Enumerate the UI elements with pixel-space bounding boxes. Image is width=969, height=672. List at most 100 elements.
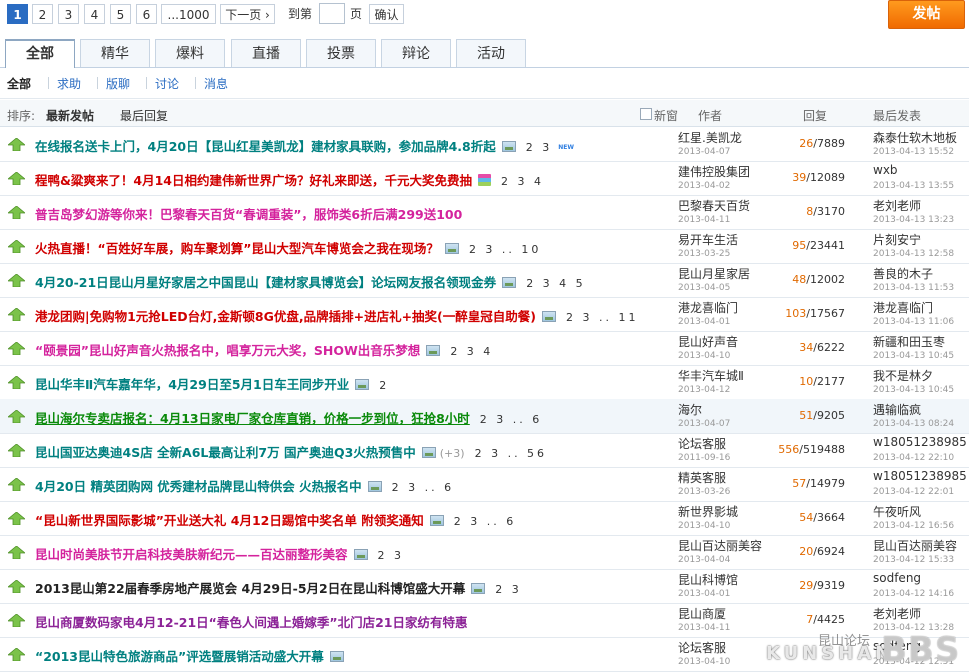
last-poster[interactable]: 我不是林夕 bbox=[873, 367, 933, 384]
thread-page-links[interactable]: 2 3 bbox=[526, 141, 553, 154]
thread-page-links[interactable]: 2 3 .. 6 bbox=[392, 481, 454, 494]
sort-last-reply-link[interactable]: 最后回复 bbox=[120, 107, 168, 124]
thread-page-links[interactable]: 2 3 bbox=[495, 583, 522, 596]
thread-author[interactable]: 论坛客服 bbox=[678, 639, 726, 656]
attached-image-icon bbox=[353, 549, 368, 560]
thread-up-arrow-icon bbox=[6, 477, 27, 492]
page-6-button[interactable]: 6 bbox=[136, 4, 157, 24]
last-poster[interactable]: wxb bbox=[873, 163, 898, 177]
last-post-date: 2013-04-13 10:45 bbox=[873, 385, 955, 395]
page-2-button[interactable]: 2 bbox=[32, 4, 53, 24]
thread-title-link[interactable]: 火热直播！“百姓好车展，购车聚划算”昆山大型汽车博览会之我在现场？ bbox=[35, 241, 439, 256]
thread-title-link[interactable]: 在线报名送卡上门，4月20日【昆山红星美凯龙】建材家具联购，参加品牌4.8折起 bbox=[35, 139, 496, 154]
thread-title-link[interactable]: “2013昆山特色旅游商品”评选暨展销活动盛大开幕 bbox=[35, 649, 324, 664]
reply-view-count: 26/7889 bbox=[700, 137, 845, 150]
thread-title-link[interactable]: 2013昆山第22届春季房地产展览会 4月29日-5月2日在昆山科博馆盛大开幕 bbox=[35, 581, 465, 596]
last-poster[interactable]: 昆山百达丽美容 bbox=[873, 537, 957, 554]
subnav-item-1[interactable]: 全部 bbox=[7, 75, 31, 92]
page-4-button[interactable]: 4 bbox=[84, 4, 105, 24]
thread-page-links[interactable]: 2 3 .. 10 bbox=[469, 243, 541, 256]
thread-up-arrow-icon bbox=[6, 307, 27, 322]
last-poster[interactable]: 森泰仕软木地板 bbox=[873, 129, 957, 146]
thread-page-links[interactable]: 2 3 4 bbox=[450, 345, 493, 358]
last-poster[interactable]: w18051238985 bbox=[873, 435, 967, 449]
reply-view-count: 20/6924 bbox=[700, 545, 845, 558]
tab-1[interactable]: 全部 bbox=[5, 39, 75, 68]
thread-author[interactable]: 海尔 bbox=[678, 401, 702, 418]
last-post-date: 2013-04-12 14:16 bbox=[873, 589, 955, 599]
new-window-checkbox[interactable] bbox=[640, 108, 652, 120]
reply-count: 20 bbox=[799, 545, 814, 558]
new-badge: NEW bbox=[558, 144, 574, 151]
thread-page-links[interactable]: 2 3 .. 6 bbox=[480, 413, 542, 426]
thread-title-line: 昆山商厦数码家电4月12-21日“春色人间遇上婚嫁季”北门店21日家纺有特惠 bbox=[35, 612, 468, 631]
tab-3[interactable]: 爆料 bbox=[155, 39, 225, 67]
table-row: “颐景园”昆山好声音火热报名中，唱享万元大奖，SHOW出音乐梦想 2 3 4 昆山好… bbox=[0, 331, 969, 366]
last-poster[interactable]: 老刘老师 bbox=[873, 605, 921, 622]
thread-title-link[interactable]: 4月20-21日昆山月星好家居之中国昆山【建材家具博览会】论坛网友报名领现金券 bbox=[35, 275, 496, 290]
confirm-button[interactable]: 确认 bbox=[369, 4, 404, 24]
subnav-divider bbox=[97, 77, 98, 89]
page-3-button[interactable]: 3 bbox=[58, 4, 79, 24]
pagination: 1 2 3 4 5 6 ...1000 下一页 › 到第 页确认 bbox=[0, 0, 969, 30]
thread-title-link[interactable]: 普吉岛梦幻游等你来！巴黎春天百货“春调重装”，服饰类6折后满299送100 bbox=[35, 207, 462, 222]
thread-page-links[interactable]: 2 3 .. 11 bbox=[566, 311, 638, 324]
thread-page-links[interactable]: 2 bbox=[379, 379, 389, 392]
last-poster[interactable]: 遇输临疯 bbox=[873, 401, 921, 418]
last-poster[interactable]: 午夜听风 bbox=[873, 503, 921, 520]
thread-title-link[interactable]: “昆山新世界国际影城”开业送大礼 4月12日踢馆中奖名单 附领奖通知 bbox=[35, 513, 424, 528]
thread-title-link[interactable]: 昆山国亚达奥迪4S店 全新A6L最高让利7万 国产奥迪Q3火热预售中 bbox=[35, 445, 416, 460]
thread-title-link[interactable]: 昆山海尔专卖店报名：4月13日家电厂家仓库直销，价格一步到位，狂抢8小时 bbox=[35, 411, 470, 426]
thread-title-line: 港龙团购|免购物1元抢LED台灯,金斯顿8G优盘,品牌插排+进店礼+抽奖(一醉皇… bbox=[35, 306, 638, 325]
last-post-date: 2013-04-13 10:45 bbox=[873, 351, 955, 361]
page-7-button[interactable]: ...1000 bbox=[161, 4, 216, 24]
last-poster[interactable]: 新疆和田玉枣 bbox=[873, 333, 945, 350]
post-button[interactable]: 发帖 bbox=[888, 0, 965, 29]
subnav-item-4[interactable]: 讨论 bbox=[155, 75, 179, 92]
last-poster[interactable]: 善良的木子 bbox=[873, 265, 933, 282]
thread-title-line: 4月20-21日昆山月星好家居之中国昆山【建材家具博览会】论坛网友报名领现金券 2… bbox=[35, 272, 586, 291]
tab-5[interactable]: 投票 bbox=[306, 39, 376, 67]
subnav-item-2[interactable]: 求助 bbox=[57, 75, 81, 92]
attached-image-icon bbox=[355, 379, 370, 390]
thread-title-link[interactable]: 昆山商厦数码家电4月12-21日“春色人间遇上婚嫁季”北门店21日家纺有特惠 bbox=[35, 615, 468, 630]
thread-page-links[interactable]: 2 3 4 bbox=[501, 175, 544, 188]
last-poster[interactable]: sodfeng bbox=[873, 571, 921, 585]
sort-latest-post-link[interactable]: 最新发帖 bbox=[46, 107, 94, 124]
next-page-button[interactable]: 下一页 › bbox=[220, 4, 275, 24]
thread-page-links[interactable]: 2 3 4 5 bbox=[526, 277, 585, 290]
last-poster[interactable]: 老刘老师 bbox=[873, 197, 921, 214]
thread-title-line: 4月20日 精英团购网 优秀建材品牌昆山特供会 火热报名中 2 3 .. 6 bbox=[35, 476, 454, 495]
last-poster[interactable]: w18051238985 bbox=[873, 469, 967, 483]
thread-title-link[interactable]: 昆山华丰Ⅱ汽车嘉年华，4月29日至5月1日车王同步开业 bbox=[35, 377, 349, 392]
tab-2[interactable]: 精华 bbox=[80, 39, 150, 67]
thread-title-link[interactable]: 4月20日 精英团购网 优秀建材品牌昆山特供会 火热报名中 bbox=[35, 479, 362, 494]
thread-title-link[interactable]: 昆山时尚美肤节开启科技美肤新纪元——百达丽整形美容 bbox=[35, 547, 348, 562]
thread-title-link[interactable]: 程鸭&粱爽来了！4月14日相约建伟新世界广场？好礼来即送，千元大奖免费抽 bbox=[35, 173, 472, 188]
subnav-item-5[interactable]: 消息 bbox=[204, 75, 228, 92]
last-poster[interactable]: 片刻安宁 bbox=[873, 231, 921, 248]
attached-image-icon bbox=[502, 277, 517, 288]
thread-page-links[interactable]: 2 3 .. 6 bbox=[454, 515, 516, 528]
tab-4[interactable]: 直播 bbox=[231, 39, 301, 67]
thread-page-links[interactable]: 2 3 .. 56 bbox=[475, 447, 547, 460]
last-poster[interactable]: 港龙喜临门 bbox=[873, 299, 933, 316]
page-1-button[interactable]: 1 bbox=[7, 4, 28, 24]
thread-title-line: 程鸭&粱爽来了！4月14日相约建伟新世界广场？好礼来即送，千元大奖免费抽 2 3 … bbox=[35, 170, 544, 189]
thread-title-link[interactable]: 港龙团购|免购物1元抢LED台灯,金斯顿8G优盘,品牌插排+进店礼+抽奖(一醉皇… bbox=[35, 309, 536, 324]
thread-title-link[interactable]: “颐景园”昆山好声音火热报名中，唱享万元大奖，SHOW出音乐梦想 bbox=[35, 343, 420, 358]
table-row: 4月20日 精英团购网 优秀建材品牌昆山特供会 火热报名中 2 3 .. 6 精英客… bbox=[0, 467, 969, 502]
page-5-button[interactable]: 5 bbox=[110, 4, 131, 24]
thread-title-line: “2013昆山特色旅游商品”评选暨展销活动盛大开幕 bbox=[35, 646, 344, 665]
subnav-item-3[interactable]: 版聊 bbox=[106, 75, 130, 92]
tab-7[interactable]: 活动 bbox=[456, 39, 526, 67]
tab-6[interactable]: 辩论 bbox=[381, 39, 451, 67]
goto-label: 到第 bbox=[288, 7, 313, 21]
table-row: 昆山时尚美肤节开启科技美肤新纪元——百达丽整形美容 2 3 昆山百达丽美容 2013-… bbox=[0, 535, 969, 570]
reply-count: 57 bbox=[792, 477, 807, 490]
page-number-input[interactable] bbox=[319, 3, 345, 24]
thread-page-links[interactable]: 2 3 bbox=[378, 549, 405, 562]
attached-image-icon bbox=[471, 583, 486, 594]
new-window-label: 新窗 bbox=[654, 109, 679, 123]
reply-count: 103 bbox=[785, 307, 807, 320]
